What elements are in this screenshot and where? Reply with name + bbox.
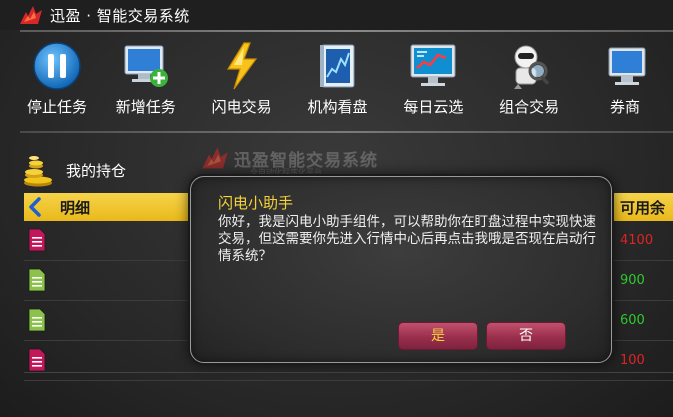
title-divider — [20, 30, 673, 32]
main-toolbar: 停止任务 新增任务 闪电交易 机构看盘 每日云选 组合交易 券商 — [0, 40, 673, 122]
institution-view-label: 机构看盘 — [307, 98, 368, 116]
lightning-trade-button[interactable]: 闪电交易 — [194, 40, 290, 122]
monitor-chart-icon — [410, 44, 456, 86]
yes-button[interactable]: 是 — [398, 322, 478, 350]
robot-magnifier-icon — [514, 45, 550, 89]
brand-watermark: 迅盈智能交易系统 全自动化程序化平台 — [200, 140, 410, 177]
available-value: 900 — [620, 273, 645, 288]
holdings-title: 我的持仓 — [66, 161, 127, 180]
add-task-icon — [124, 45, 168, 87]
institution-view-button[interactable]: 机构看盘 — [290, 40, 386, 122]
add-task-label: 新增任务 — [115, 98, 176, 116]
daily-cloud-pick-button[interactable]: 每日云选 — [385, 40, 481, 122]
column-detail: 明细 — [60, 199, 91, 217]
available-value: 600 — [620, 313, 645, 328]
assistant-dialog: 闪电小助手 你好，我是闪电小助手组件，可以帮助你在盯盘过程中实现快速交易，但这需… — [190, 176, 612, 363]
add-task-button[interactable]: 新增任务 — [98, 40, 194, 122]
broker-icon — [608, 47, 646, 85]
no-button[interactable]: 否 — [486, 322, 566, 350]
document-icon — [28, 308, 46, 332]
coins-icon — [24, 156, 52, 187]
rows-divider — [24, 372, 673, 373]
available-value: 4100 — [620, 233, 654, 248]
portfolio-trade-label: 组合交易 — [499, 98, 560, 116]
dialog-title: 闪电小助手 — [218, 194, 294, 212]
back-arrow-icon[interactable] — [26, 196, 44, 218]
available-value: 100 — [620, 353, 645, 368]
column-available: 可用余 — [620, 199, 666, 217]
title-bar: 迅盈 · 智能交易系统 — [0, 0, 673, 30]
daily-cloud-pick-label: 每日云选 — [403, 98, 464, 116]
stop-task-button[interactable]: 停止任务 — [16, 40, 98, 122]
dialog-message: 你好，我是闪电小助手组件，可以帮助你在盯盘过程中实现快速交易，但这需要你先进入行… — [218, 214, 596, 264]
portfolio-trade-button[interactable]: 组合交易 — [481, 40, 577, 122]
pause-icon — [33, 42, 81, 90]
chart-book-icon — [319, 44, 354, 88]
lightning-trade-label: 闪电交易 — [211, 98, 272, 116]
broker-label: 券商 — [610, 98, 641, 116]
document-icon — [28, 348, 46, 372]
holdings-header: 我的持仓 — [20, 152, 220, 188]
lightning-icon — [226, 42, 257, 90]
document-icon — [28, 268, 46, 292]
watermark-logo-icon — [202, 147, 228, 169]
broker-button[interactable]: 券商 — [577, 40, 673, 122]
stop-task-label: 停止任务 — [26, 98, 87, 116]
document-icon — [28, 228, 46, 252]
toolbar-divider — [20, 131, 673, 133]
app-title: 迅盈 · 智能交易系统 — [50, 6, 190, 25]
app-logo-icon — [20, 6, 42, 24]
